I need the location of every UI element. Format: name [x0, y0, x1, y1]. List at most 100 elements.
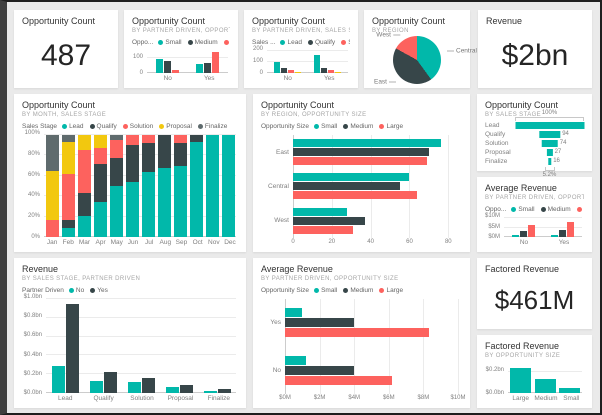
legend-item[interactable]: Solution [341, 39, 350, 46]
stack-segment[interactable] [78, 193, 91, 215]
bar[interactable] [295, 72, 301, 73]
bar[interactable] [528, 225, 535, 237]
bar[interactable] [128, 382, 141, 393]
bar[interactable] [293, 139, 441, 147]
stack-segment[interactable] [62, 228, 75, 237]
bar[interactable] [288, 70, 294, 73]
bar[interactable] [218, 389, 231, 393]
bar[interactable] [172, 70, 179, 73]
bar[interactable] [212, 52, 219, 73]
funnel-bar[interactable] [515, 122, 584, 129]
legend-item[interactable]: Large [379, 287, 403, 294]
tile-opp-count-region-pie[interactable]: Opportunity Count BY REGION CentralEastW… [364, 10, 470, 88]
pie-chart[interactable] [393, 36, 441, 84]
tile-factored-revenue-card[interactable]: Factored Revenue $461M [477, 258, 592, 329]
tile-opp-count-region-size[interactable]: Opportunity Count BY REGION, OPPORTUNITY… [253, 94, 470, 252]
stack-segment[interactable] [78, 135, 91, 150]
legend-item[interactable]: Medium [188, 39, 218, 46]
stack-segment[interactable] [78, 150, 91, 193]
legend-item[interactable]: No [69, 287, 84, 294]
legend-item[interactable]: Yes [90, 287, 108, 294]
legend-item[interactable]: Small [314, 123, 337, 130]
stack-segment[interactable] [142, 172, 155, 237]
legend-item[interactable]: Small [511, 206, 534, 213]
bar[interactable] [567, 222, 574, 237]
stack-segment[interactable] [126, 182, 139, 237]
stack-segment[interactable] [126, 145, 139, 182]
bar[interactable] [156, 59, 163, 73]
legend-item[interactable]: Finalize [198, 123, 227, 130]
tile-avg-revenue-partner-size-col[interactable]: Average Revenue BY PARTNER DRIVEN, OPPOR… [477, 177, 592, 252]
legend-item[interactable]: Lead [280, 39, 301, 46]
tile-revenue-stage-partner[interactable]: Revenue BY SALES STAGE, PARTNER DRIVEN P… [14, 258, 246, 408]
stack-segment[interactable] [190, 135, 203, 142]
stack-segment[interactable] [126, 135, 139, 145]
bar[interactable] [90, 381, 103, 393]
bar[interactable] [52, 366, 65, 393]
legend-item[interactable]: Qualify [308, 39, 335, 46]
stack-segment[interactable] [62, 135, 75, 142]
tile-factored-revenue-size[interactable]: Factored Revenue BY OPPORTUNITY SIZE $0.… [477, 335, 592, 408]
bar[interactable] [281, 68, 287, 73]
stack-segment[interactable] [46, 135, 59, 171]
legend-item[interactable]: Medium [541, 206, 571, 213]
stack-segment[interactable] [94, 135, 107, 148]
stack-segment[interactable] [62, 174, 75, 220]
stack-segment[interactable] [110, 140, 123, 158]
bar[interactable] [293, 208, 347, 216]
bar[interactable] [204, 391, 217, 393]
legend-item[interactable]: Large [224, 39, 230, 46]
stack-segment[interactable] [110, 186, 123, 237]
tile-revenue-card[interactable]: Revenue $2bn [478, 10, 592, 88]
bar[interactable] [559, 388, 580, 393]
bar[interactable] [293, 191, 417, 199]
bar[interactable] [321, 68, 327, 73]
tile-opportunity-count-card[interactable]: Opportunity Count 487 [14, 10, 118, 88]
stack-segment[interactable] [174, 166, 187, 237]
bar[interactable] [196, 64, 203, 73]
stack-segment[interactable] [174, 135, 187, 143]
stack-segment[interactable] [206, 135, 219, 237]
bar[interactable] [551, 235, 558, 237]
bar[interactable] [559, 230, 566, 237]
bar[interactable] [285, 328, 429, 337]
stack-segment[interactable] [62, 142, 75, 174]
legend-item[interactable]: Qualify [90, 123, 117, 130]
stack-segment[interactable] [142, 143, 155, 172]
bar[interactable] [274, 62, 280, 73]
stack-segment[interactable] [78, 216, 91, 237]
bar[interactable] [293, 157, 427, 165]
legend-item[interactable]: Lead [62, 123, 83, 130]
stack-segment[interactable] [62, 220, 75, 228]
stack-segment[interactable] [190, 142, 203, 237]
bar[interactable] [328, 70, 334, 73]
bar[interactable] [204, 63, 211, 73]
funnel-bar[interactable] [548, 158, 551, 165]
legend-item[interactable]: Small [314, 287, 337, 294]
stack-segment[interactable] [142, 135, 155, 143]
legend-item[interactable]: Solution [123, 123, 154, 130]
bar[interactable] [293, 226, 353, 234]
bar[interactable] [285, 318, 354, 327]
bar[interactable] [520, 231, 527, 237]
stack-segment[interactable] [158, 168, 171, 237]
stack-segment[interactable] [94, 148, 107, 163]
bar[interactable] [510, 368, 531, 393]
stack-segment[interactable] [94, 164, 107, 203]
bar[interactable] [293, 217, 365, 225]
bar[interactable] [293, 173, 409, 181]
bar[interactable] [314, 55, 320, 73]
tile-opp-count-month-stage[interactable]: Opportunity Count BY MONTH, SALES STAGE … [14, 94, 246, 252]
stack-segment[interactable] [94, 202, 107, 237]
bar[interactable] [104, 372, 117, 393]
legend-item[interactable]: Large [379, 123, 403, 130]
legend-item[interactable]: Large [577, 206, 584, 213]
bar[interactable] [285, 356, 306, 365]
stack-segment[interactable] [110, 158, 123, 186]
stack-segment[interactable] [174, 143, 187, 165]
funnel-bar[interactable] [546, 149, 552, 156]
legend-item[interactable]: Medium [343, 287, 373, 294]
bar[interactable] [285, 366, 354, 375]
bar[interactable] [285, 308, 302, 317]
bar[interactable] [293, 182, 400, 190]
